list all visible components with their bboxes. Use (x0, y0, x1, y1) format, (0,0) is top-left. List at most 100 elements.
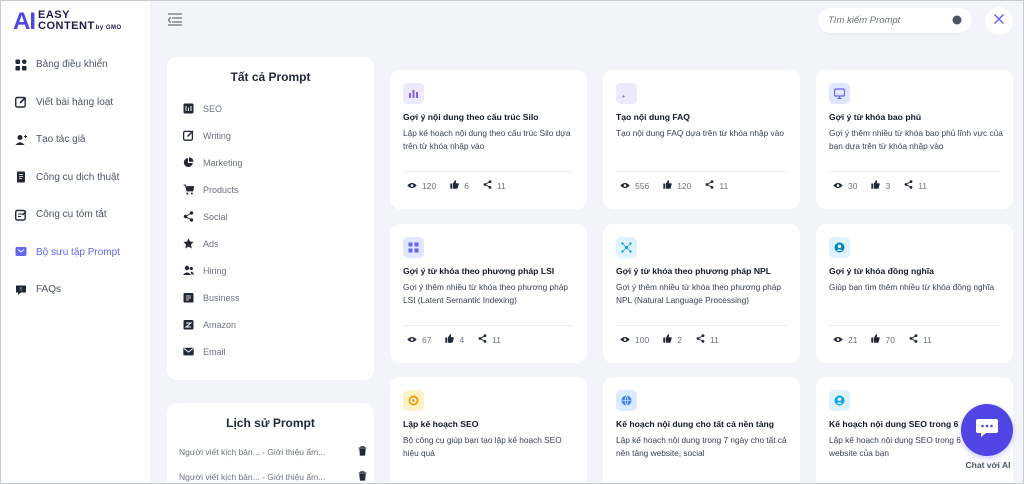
views-count: 120 (422, 180, 437, 191)
history-item[interactable]: Người viết kịch bản... - Giới thiệu ẩm..… (179, 470, 367, 483)
sidebar-nav: Bảng điều khiển Viết bài hàng loạt Tạo t… (1, 46, 151, 309)
share-button[interactable]: 11 (705, 180, 728, 191)
thumbs-up-icon (663, 180, 677, 191)
share-icon (483, 180, 497, 191)
prompt-card[interactable]: Gợi ý từ khóa theo phương pháp LSI Gợi ý … (390, 224, 587, 363)
card-stats: 67 4 11 (407, 334, 515, 345)
search-icon[interactable] (952, 12, 962, 30)
close-button[interactable] (985, 7, 1013, 35)
card-description: Lập kế hoạch nội dung trong 7 ngày cho t… (616, 435, 787, 458)
user-circle-icon (829, 390, 850, 411)
prompt-card[interactable]: Gợi ý từ khóa đồng nghĩa Giúp bạn tìm thê… (816, 224, 1013, 363)
sidebar-item-bulk-writing[interactable]: Viết bài hàng loạt (1, 84, 151, 122)
sidebar-item-label: Bộ sưu tập Prompt (36, 246, 120, 258)
history-panel-title: Lịch sử Prompt (226, 416, 315, 430)
eye-icon (620, 335, 635, 345)
like-button[interactable]: 4 (445, 334, 464, 345)
prompt-card[interactable]: Gợi ý từ khóa bao phủ Gợi ý thêm nhiều từ… (816, 70, 1013, 209)
card-description: Tạo nội dung FAQ dựa trên từ khóa nhập v… (616, 128, 784, 138)
card-stats: 556 120 11 (620, 180, 742, 191)
history-item[interactable]: Người viết kịch bản... - Giới thiệu ẩm..… (179, 445, 367, 459)
category-item-email[interactable]: Email (167, 338, 374, 365)
chat-ai-button[interactable] (961, 404, 1013, 456)
summary-icon (15, 209, 27, 221)
card-title: Gợi ý từ khóa theo phương pháp NPL (616, 266, 772, 276)
category-item-products[interactable]: Products (167, 176, 374, 203)
card-divider (616, 325, 787, 326)
category-item-social[interactable]: Social (167, 203, 374, 230)
sidebar-item-label: Công cụ dịch thuật (36, 171, 120, 183)
card-divider (403, 325, 574, 326)
like-button[interactable]: 70 (871, 334, 895, 345)
category-label: Writing (203, 130, 231, 141)
thumbs-up-icon (450, 180, 464, 191)
views-stat: 556 (620, 181, 649, 191)
sidebar-item-faqs[interactable]: ! FAQs (1, 271, 151, 309)
category-item-hiring[interactable]: Hiring (167, 257, 374, 284)
menu-toggle-icon[interactable] (167, 11, 183, 27)
prompt-card[interactable]: Gợi ý nội dung theo cấu trúc Silo Lập kế … (390, 70, 587, 209)
chat-ai-label: Chat với AI (965, 460, 1011, 470)
category-item-ads[interactable]: Ads (167, 230, 374, 257)
share-button[interactable]: 11 (478, 334, 501, 345)
prompt-card[interactable]: Gợi ý từ khóa theo phương pháp NPL Gợi ý … (603, 224, 800, 363)
views-stat: 21 (833, 335, 857, 345)
history-panel: Lịch sử Prompt Người viết kịch bản... - … (167, 403, 374, 483)
sidebar-item-prompt-collection[interactable]: Bộ sưu tập Prompt (1, 234, 151, 272)
card-description: Gợi ý thêm nhiều từ khóa bao phủ lĩnh vự… (829, 128, 1003, 151)
like-button[interactable]: 6 (450, 180, 469, 191)
likes-count: 2 (677, 334, 682, 345)
category-label: Amazon (203, 319, 237, 330)
sidebar-item-create-author[interactable]: Tạo tác giả (1, 121, 151, 159)
briefcase-icon (182, 292, 194, 304)
logo-mark: AI (13, 8, 36, 35)
trash-icon[interactable] (358, 446, 367, 458)
trash-icon[interactable] (358, 471, 367, 483)
like-button[interactable]: 120 (663, 180, 691, 191)
category-item-marketing[interactable]: Marketing (167, 149, 374, 176)
category-label: Products (203, 184, 239, 195)
category-list: SEO Writing Marketing Products Social Ad… (167, 95, 374, 365)
sidebar-item-dashboard[interactable]: Bảng điều khiển (1, 46, 151, 84)
category-label: Email (203, 346, 226, 357)
sidebar-item-label: Tạo tác giả (36, 134, 86, 146)
likes-count: 70 (885, 334, 895, 345)
like-button[interactable]: 2 (663, 334, 682, 345)
logo-sub: by GMO (95, 25, 122, 31)
sidebar-item-label: FAQs (36, 284, 62, 296)
share-button[interactable]: 11 (909, 334, 932, 345)
sidebar-item-summary[interactable]: Công cụ tóm tắt (1, 196, 151, 234)
share-button[interactable]: 11 (483, 180, 506, 191)
category-item-business[interactable]: Business (167, 284, 374, 311)
pen-icon (182, 130, 194, 142)
logo-line-2: CONTENT (38, 20, 95, 32)
prompt-card[interactable]: Tạo nội dung FAQ Tạo nội dung FAQ dựa trê… (603, 70, 800, 209)
likes-count: 120 (677, 180, 692, 191)
views-stat: 120 (407, 181, 436, 191)
chart-icon (403, 83, 424, 104)
like-button[interactable]: 3 (871, 180, 890, 191)
category-label: Marketing (203, 157, 243, 168)
prompt-card[interactable]: Lập kế hoạch SEO Bộ công cụ giúp bạn tạo … (390, 377, 587, 483)
sidebar-item-translation[interactable]: Công cụ dịch thuật (1, 159, 151, 197)
views-count: 30 (848, 180, 858, 191)
card-title: Tạo nội dung FAQ (616, 112, 690, 122)
category-item-seo[interactable]: SEO (167, 95, 374, 122)
share-button[interactable]: 11 (904, 180, 927, 191)
share-icon (182, 211, 194, 223)
share-icon (478, 334, 492, 345)
category-item-writing[interactable]: Writing (167, 122, 374, 149)
search-input[interactable] (828, 15, 952, 26)
card-title: Gợi ý nội dung theo cấu trúc Silo (403, 112, 539, 122)
collection-icon (15, 246, 27, 258)
category-item-amazon[interactable]: Amazon (167, 311, 374, 338)
card-description: Lập kế hoạch nội dung theo cấu trúc Silo… (403, 128, 571, 151)
category-panel-title: Tất cả Prompt (230, 70, 311, 84)
brand-logo[interactable]: AI EASY CONTENTby GMO (13, 9, 122, 35)
share-button[interactable]: 11 (696, 334, 719, 345)
target-icon (403, 390, 424, 411)
prompt-card[interactable]: Kế hoạch nội dung cho tất cả nền tảng Lập… (603, 377, 800, 483)
eye-icon (407, 181, 422, 191)
likes-count: 6 (464, 180, 469, 191)
views-count: 21 (848, 334, 858, 345)
